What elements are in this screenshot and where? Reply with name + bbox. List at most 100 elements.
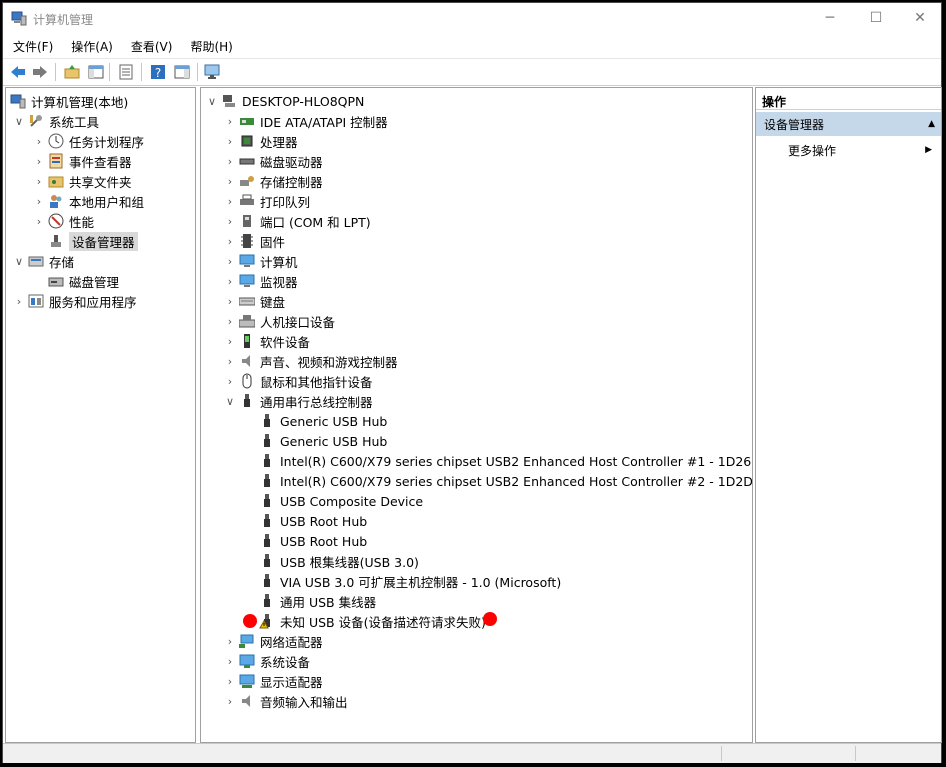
device-category[interactable]: › 监视器 — [225, 271, 298, 291]
chevron-right-icon[interactable]: › — [34, 155, 44, 168]
usb-device[interactable]: Intel(R) C600/X79 series chipset USB2 En… — [259, 451, 751, 471]
menu-help[interactable]: 帮助(H) — [180, 35, 240, 57]
device-category[interactable]: › 软件设备 — [225, 331, 310, 351]
usb-device[interactable]: USB Root Hub — [259, 531, 367, 551]
tree-item-task-scheduler[interactable]: › 任务计划程序 — [34, 131, 144, 151]
chevron-down-icon[interactable]: ∨ — [14, 115, 24, 128]
chevron-right-icon[interactable]: › — [225, 335, 235, 348]
minimize-button[interactable]: ─ — [807, 3, 853, 33]
chevron-right-icon[interactable]: › — [225, 375, 235, 388]
show-hide-tree-icon[interactable] — [87, 63, 105, 81]
menu-view[interactable]: 查看(V) — [121, 35, 181, 57]
usb-plug-icon — [259, 593, 275, 609]
device-category[interactable]: › 端口 (COM 和 LPT) — [225, 211, 371, 231]
tree-item-computer-management[interactable]: 计算机管理(本地) — [10, 91, 128, 111]
chevron-right-icon[interactable]: › — [225, 355, 235, 368]
usb-device[interactable]: USB 根集线器(USB 3.0) — [259, 551, 419, 571]
chevron-right-icon[interactable]: › — [34, 135, 44, 148]
chevron-right-icon[interactable]: › — [225, 235, 235, 248]
device-category[interactable]: › 声音、视频和游戏控制器 — [225, 351, 398, 371]
forward-icon[interactable] — [31, 63, 49, 81]
chevron-right-icon[interactable]: › — [34, 175, 44, 188]
menu-file[interactable]: 文件(F) — [3, 35, 61, 57]
chevron-right-icon[interactable]: › — [225, 275, 235, 288]
chevron-right-icon[interactable]: › — [14, 295, 24, 308]
action-pane-icon[interactable] — [173, 63, 191, 81]
actions-group-device-manager[interactable]: 设备管理器 ▲ — [756, 112, 941, 136]
usb-device[interactable]: Generic USB Hub — [259, 431, 387, 451]
tree-item-label: 设备管理器 — [69, 231, 138, 251]
chevron-right-icon[interactable]: › — [225, 255, 235, 268]
chevron-down-icon[interactable]: ∨ — [14, 255, 24, 268]
chevron-right-icon[interactable]: › — [34, 195, 44, 208]
monitor-icon[interactable] — [203, 63, 221, 81]
usb-device[interactable]: USB Composite Device — [259, 491, 423, 511]
chevron-right-icon[interactable]: › — [225, 195, 235, 208]
chevron-right-icon[interactable]: › — [225, 675, 235, 688]
menu-action[interactable]: 操作(A) — [61, 35, 121, 57]
device-category[interactable]: › 处理器 — [225, 131, 298, 151]
usb-device[interactable]: 通用 USB 集线器 — [259, 591, 376, 611]
network-adapter-icon — [239, 633, 255, 649]
device-category[interactable]: › 系统设备 — [225, 651, 310, 671]
tree-item-system-tools[interactable]: ∨ 系统工具 — [14, 111, 99, 131]
disk-mgmt-icon — [48, 273, 64, 289]
chevron-down-icon[interactable]: ∨ — [207, 95, 217, 108]
tree-item-local-users[interactable]: › 本地用户和组 — [34, 191, 144, 211]
collapse-up-icon[interactable]: ▲ — [928, 119, 935, 129]
computer-management-window: 计算机管理 ─ ☐ ✕ 文件(F) 操作(A) 查看(V) 帮助(H) ? 计算… — [2, 2, 942, 763]
device-category[interactable]: › 鼠标和其他指针设备 — [225, 371, 373, 391]
more-actions-item[interactable]: 更多操作 ▶ — [788, 140, 938, 160]
device-category[interactable]: › 音频输入和输出 — [225, 691, 348, 711]
device-category-usb-expanded[interactable]: ∨ 通用串行总线控制器 — [225, 391, 373, 411]
device-category[interactable]: › 计算机 — [225, 251, 298, 271]
device-category[interactable]: › 键盘 — [225, 291, 285, 311]
device-category[interactable]: › 存储控制器 — [225, 171, 323, 191]
device-category[interactable]: › 固件 — [225, 231, 285, 251]
chevron-right-icon[interactable]: › — [34, 215, 44, 228]
tree-item-storage[interactable]: ∨ 存储 — [14, 251, 74, 271]
close-button[interactable]: ✕ — [897, 3, 943, 33]
tree-item-services-apps[interactable]: › 服务和应用程序 — [14, 291, 137, 311]
tree-item-device-manager[interactable]: 设备管理器 — [48, 231, 138, 251]
device-category-label: 通用串行总线控制器 — [260, 394, 373, 410]
chevron-right-icon[interactable]: › — [225, 655, 235, 668]
chevron-right-icon[interactable]: › — [225, 155, 235, 168]
chevron-right-icon[interactable]: › — [225, 175, 235, 188]
annotation-marker — [483, 612, 497, 626]
device-tree-pane: ∨ DESKTOP-HLO8QPN › IDE ATA/ATAPI 控制器 › 处理… — [200, 87, 753, 743]
device-category[interactable]: › 打印队列 — [225, 191, 310, 211]
chevron-right-icon[interactable]: › — [225, 695, 235, 708]
toolbar-separator — [55, 63, 56, 81]
up-folder-icon[interactable] — [63, 63, 81, 81]
properties-icon[interactable] — [117, 63, 135, 81]
device-category[interactable]: › IDE ATA/ATAPI 控制器 — [225, 111, 388, 131]
device-category[interactable]: › 网络适配器 — [225, 631, 323, 651]
usb-device[interactable]: Intel(R) C600/X79 series chipset USB2 En… — [259, 471, 752, 491]
usb-device[interactable]: VIA USB 3.0 可扩展主机控制器 - 1.0 (Microsoft) — [259, 571, 561, 591]
chevron-right-icon[interactable]: › — [225, 315, 235, 328]
device-category[interactable]: › 磁盘驱动器 — [225, 151, 323, 171]
tree-item-disk-management[interactable]: 磁盘管理 — [48, 271, 119, 291]
usb-device[interactable]: Generic USB Hub — [259, 411, 387, 431]
tree-item-event-viewer[interactable]: › 事件查看器 — [34, 151, 132, 171]
tree-item-shared-folders[interactable]: › 共享文件夹 — [34, 171, 132, 191]
chevron-right-icon[interactable]: › — [225, 215, 235, 228]
chevron-right-icon[interactable]: › — [225, 635, 235, 648]
help-icon[interactable]: ? — [149, 63, 167, 81]
chevron-right-icon[interactable]: › — [225, 115, 235, 128]
device-root[interactable]: ∨ DESKTOP-HLO8QPN — [207, 91, 364, 111]
status-bar — [3, 743, 941, 763]
chevron-down-icon[interactable]: ∨ — [225, 395, 235, 408]
device-category[interactable]: › 显示适配器 — [225, 671, 323, 691]
device-category[interactable]: › 人机接口设备 — [225, 311, 335, 331]
chevron-right-icon[interactable]: › — [225, 135, 235, 148]
tree-item-performance[interactable]: › 性能 — [34, 211, 94, 231]
usb-plug-icon — [259, 533, 275, 549]
usb-device[interactable]: USB Root Hub — [259, 511, 367, 531]
usb-device-unknown[interactable]: 未知 USB 设备(设备描述符请求失败) — [259, 611, 486, 631]
back-icon[interactable] — [9, 63, 27, 81]
monitor-icon — [239, 273, 255, 289]
maximize-button[interactable]: ☐ — [853, 3, 899, 33]
chevron-right-icon[interactable]: › — [225, 295, 235, 308]
